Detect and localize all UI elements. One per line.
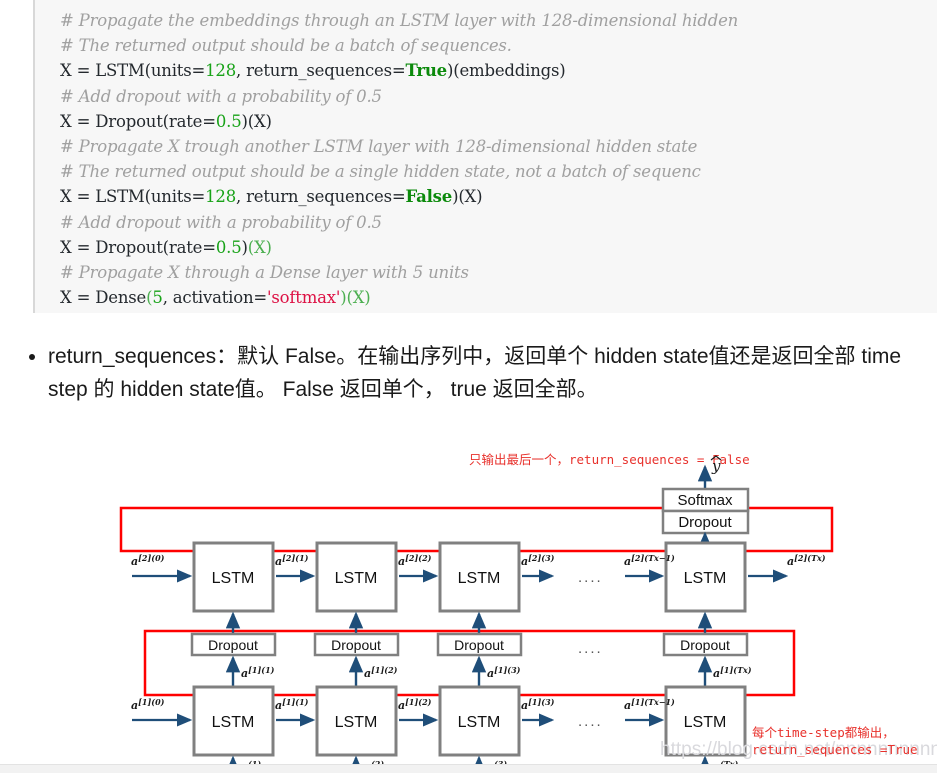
footer-strip	[0, 764, 937, 773]
lstm-architecture-diagram: 只输出最后一个，return_sequences = False y Softm…	[0, 415, 937, 773]
svg-text:Dropout: Dropout	[680, 637, 730, 653]
softmax-dropout-stack: Softmax Dropout	[661, 487, 750, 535]
dropout-label-top: Dropout	[678, 514, 732, 531]
svg-text:LSTM: LSTM	[212, 570, 255, 587]
label-a1-2: a[1](2)	[364, 665, 398, 680]
svg-text:LSTM: LSTM	[335, 570, 378, 587]
label-a1-h1: a[1](1)	[275, 697, 309, 712]
label-a2-2: a[2](2)	[398, 553, 432, 568]
code-line: X = Dropout(rate=0.5)(X)	[60, 237, 272, 257]
svg-text:Dropout: Dropout	[454, 637, 504, 653]
svg-text:Dropout: Dropout	[331, 637, 381, 653]
svg-text:LSTM: LSTM	[335, 714, 378, 731]
svg-text:LSTM: LSTM	[458, 714, 501, 731]
code-line: X = LSTM(units=128, return_sequences=Tru…	[60, 61, 566, 81]
label-a1-h2: a[1](2)	[398, 697, 432, 712]
layer1-ellipsis: ....	[578, 713, 603, 730]
bottom-annotation-line2: return_sequences =True	[752, 742, 918, 757]
top-annotation: 只输出最后一个，return_sequences = False	[469, 452, 750, 467]
layer2-ellipsis: ....	[578, 569, 603, 586]
softmax-label: Softmax	[677, 492, 733, 509]
svg-text:LSTM: LSTM	[684, 714, 727, 731]
label-a1-tx: a[1](Tx)	[713, 665, 752, 680]
code-block: # Propagate the embeddings through an LS…	[33, 0, 937, 313]
bullet-line-1: return_sequences：默认 False。在输出序列中，返回单个 hi…	[48, 345, 856, 368]
label-a2-tx: a[2](Tx)	[787, 553, 826, 568]
label-a1-3: a[1](3)	[487, 665, 521, 680]
bullet-paragraph: return_sequences：默认 False。在输出序列中，返回单个 hi…	[30, 340, 920, 406]
bottom-annotation-line1: 每个time-step都输出，	[752, 725, 895, 740]
code-line: X = LSTM(units=128, return_sequences=Fal…	[60, 187, 483, 207]
svg-text:Dropout: Dropout	[208, 637, 258, 653]
code-line: X = Dropout(rate=0.5)(X)	[60, 111, 272, 131]
label-a2-1: a[2](1)	[275, 553, 309, 568]
svg-text:LSTM: LSTM	[458, 570, 501, 587]
output-label: y	[711, 457, 721, 475]
label-a1-0: a[1](0)	[131, 697, 165, 712]
dropout-row: Dropout Dropout Dropout Dropout	[190, 632, 749, 657]
code-line: # Propagate X through a Dense layer with…	[60, 263, 469, 283]
svg-text:LSTM: LSTM	[212, 714, 255, 731]
code-line: X = Dense(5, activation='softmax')(X)	[60, 288, 371, 308]
bullet-item: return_sequences：默认 False。在输出序列中，返回单个 hi…	[48, 340, 920, 406]
code-line: # Propagate X trough another LSTM layer …	[60, 137, 698, 157]
code-line: # The returned output should be a batch …	[60, 36, 512, 56]
code-line: # The returned output should be a single…	[60, 162, 701, 182]
label-a2-0: a[2](0)	[131, 553, 165, 568]
code-line: # Propagate the embeddings through an LS…	[60, 11, 739, 30]
code-line: # Add dropout with a probability of 0.5	[60, 86, 382, 106]
label-a2-3: a[2](3)	[521, 553, 555, 568]
code-line: # Add dropout with a probability of 0.5	[60, 212, 382, 232]
label-a1-h3: a[1](3)	[521, 697, 555, 712]
svg-text:LSTM: LSTM	[684, 570, 727, 587]
label-a1-1: a[1](1)	[241, 665, 275, 680]
dropout-row-ellipsis: ....	[578, 640, 603, 657]
